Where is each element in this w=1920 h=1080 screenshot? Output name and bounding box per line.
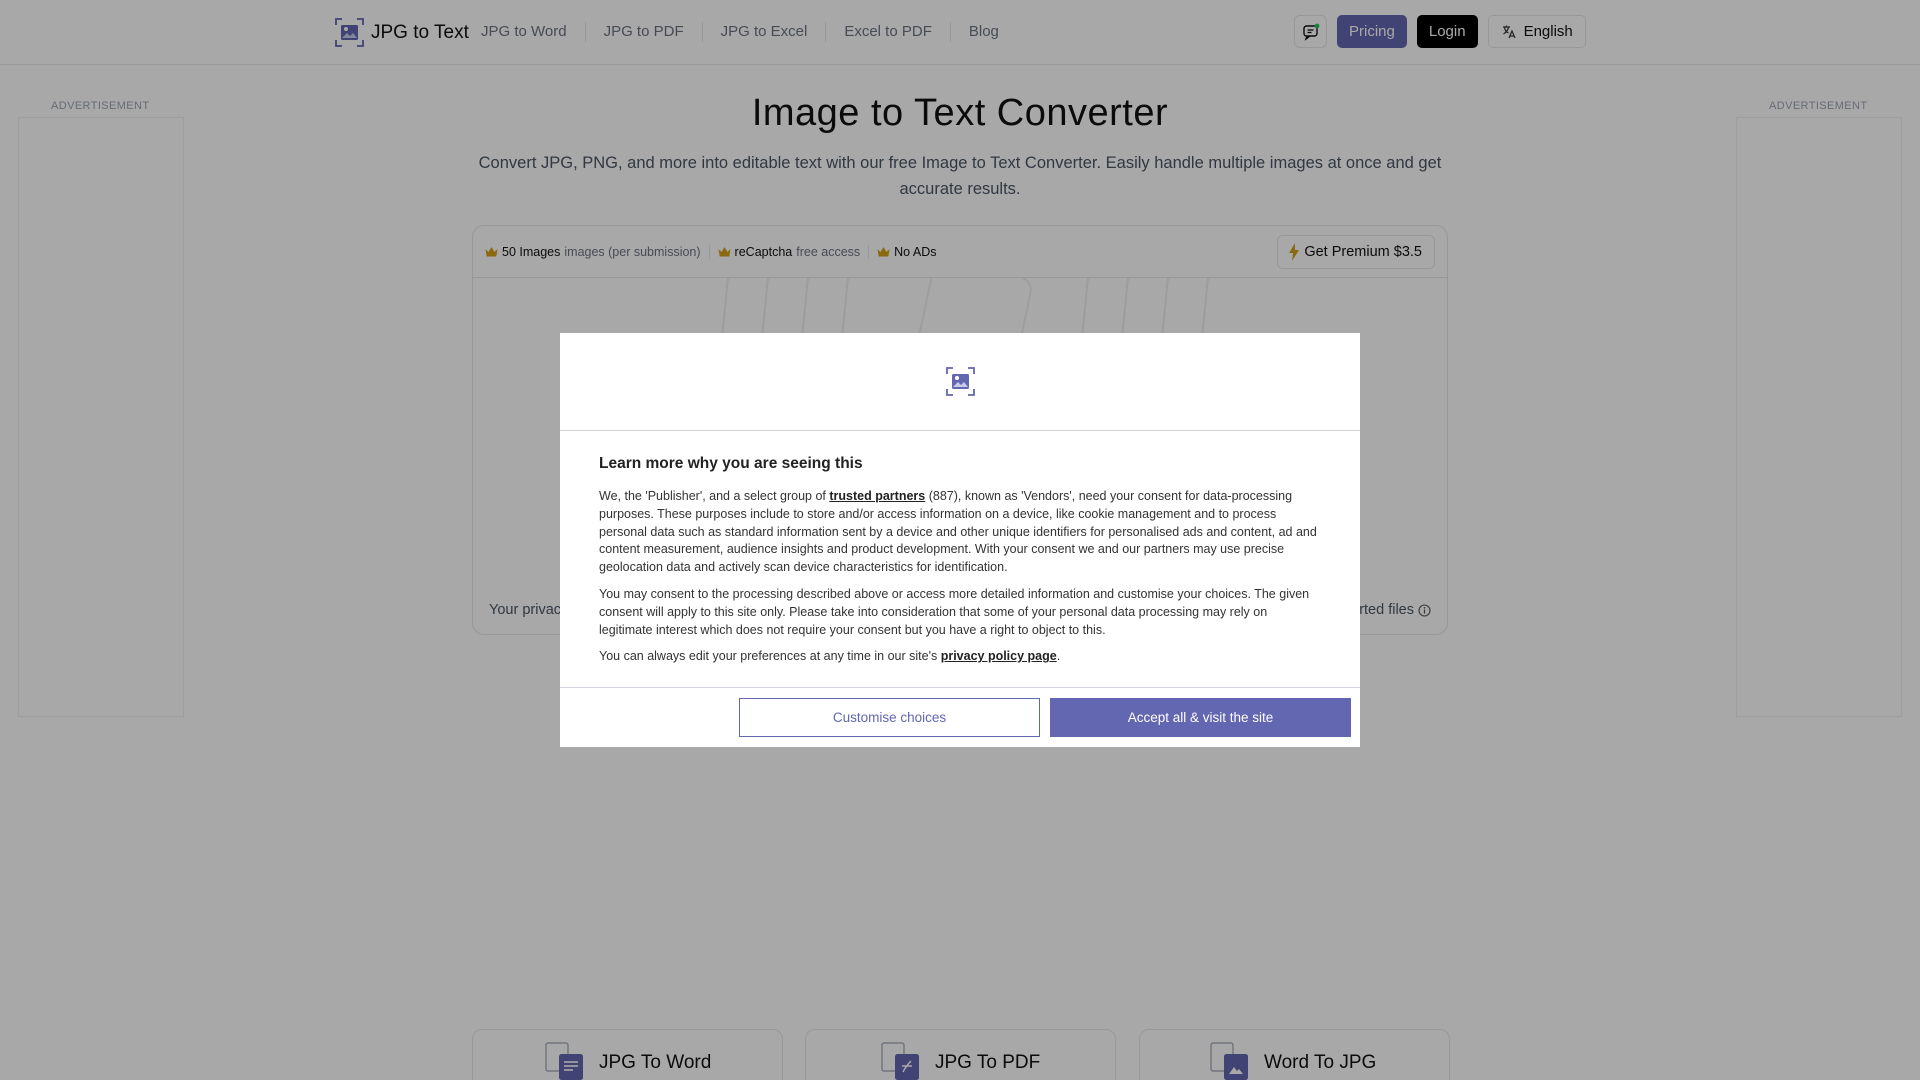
- trusted-partners-link[interactable]: trusted partners: [829, 489, 925, 503]
- consent-p3-after: .: [1056, 649, 1061, 664]
- consent-footer: Customise choices Accept all & visit the…: [560, 687, 1360, 747]
- consent-paragraph-1: We, the 'Publisher', and a select group …: [599, 488, 1320, 577]
- consent-paragraph-2: You may consent to the processing descri…: [599, 586, 1310, 637]
- accept-all-button[interactable]: Accept all & visit the site: [1050, 698, 1351, 737]
- site-logo-icon: [945, 367, 975, 396]
- consent-paragraph-3: You can always edit your preferences at …: [599, 648, 1320, 666]
- consent-dialog: Learn more why you are seeing this We, t…: [560, 333, 1360, 747]
- consent-body: Learn more why you are seeing this We, t…: [560, 431, 1360, 687]
- customise-choices-button[interactable]: Customise choices: [739, 698, 1040, 737]
- consent-header: [560, 333, 1360, 431]
- consent-heading: Learn more why you are seeing this: [599, 455, 863, 472]
- consent-p3-before: You can always edit your preferences at …: [599, 649, 941, 664]
- consent-p1-before: We, the 'Publisher', and a select group …: [599, 489, 830, 503]
- privacy-policy-link[interactable]: privacy policy page: [941, 649, 1057, 663]
